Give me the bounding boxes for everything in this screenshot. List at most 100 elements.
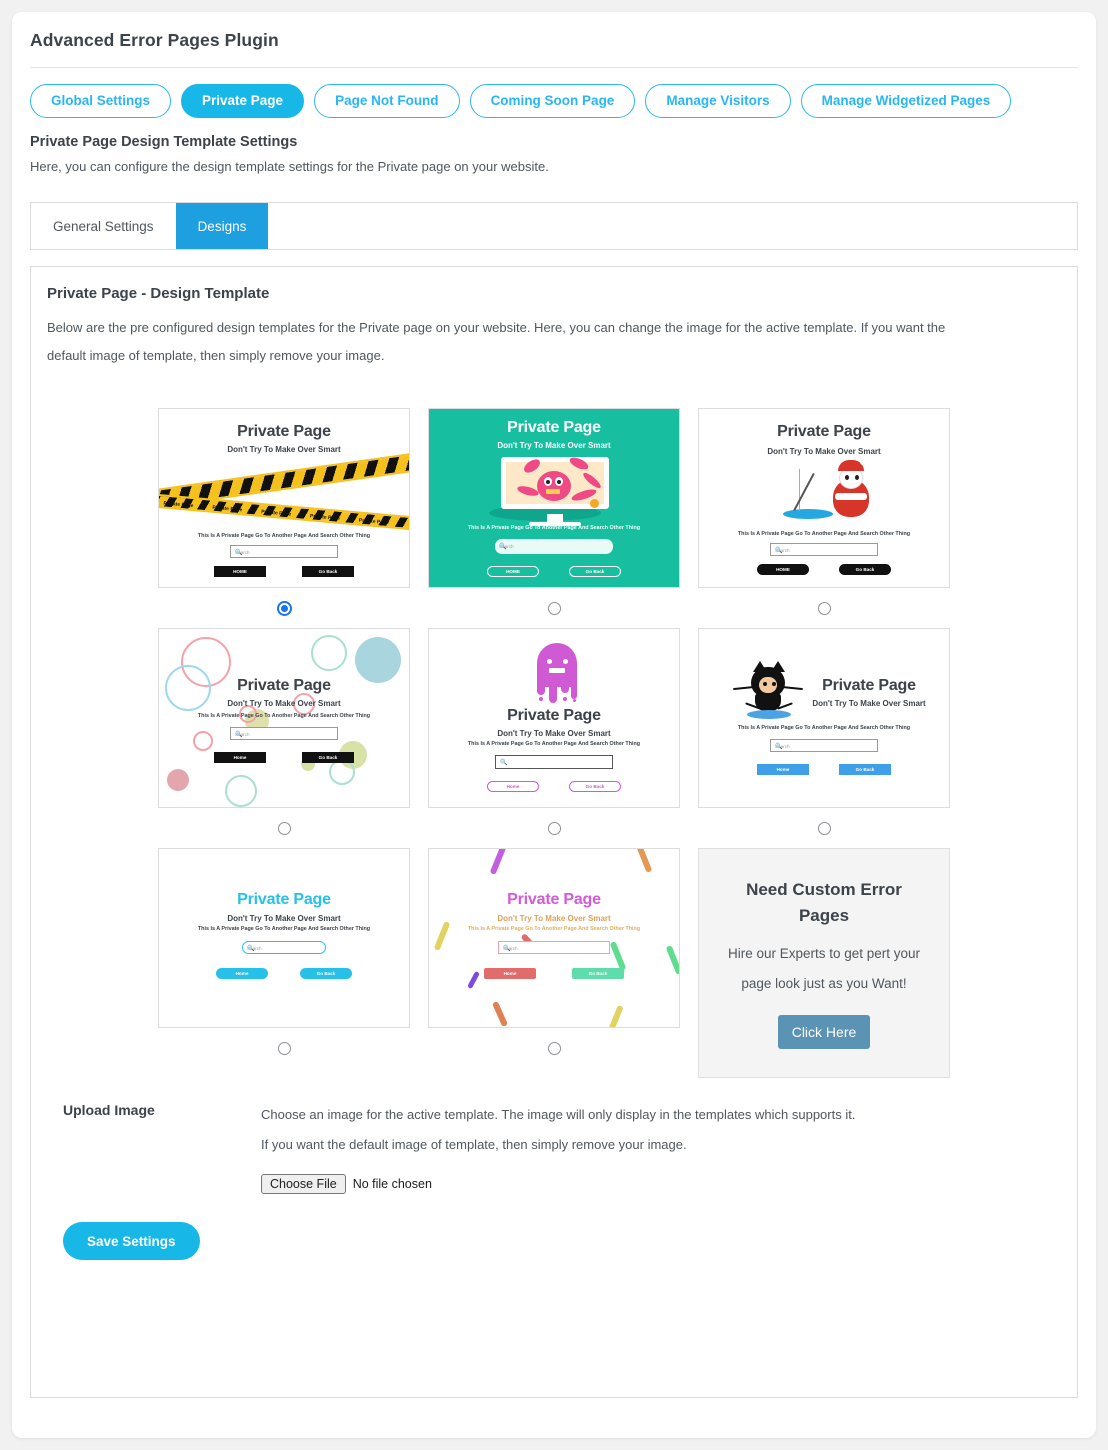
template-thumb-panda-fishing[interactable]: Private Page Don't Try To Make Over Smar… — [698, 408, 950, 588]
go-back-button[interactable]: Go Back — [302, 752, 354, 763]
template-button-row: Home Go Back — [429, 961, 679, 979]
search-input[interactable]: Search 🔍 — [230, 727, 338, 740]
home-button[interactable]: Home — [214, 752, 266, 763]
template-heading: Private Page — [237, 677, 331, 694]
decor-circle — [225, 775, 257, 807]
search-input[interactable]: Search 🔍 — [495, 539, 613, 554]
go-back-button[interactable]: Go Back — [839, 764, 891, 775]
template-radio-row — [698, 808, 950, 848]
tab-coming-soon-page[interactable]: Coming Soon Page — [469, 84, 636, 118]
tab-manage-widgetized-pages[interactable]: Manage Widgetized Pages — [800, 84, 1012, 118]
go-back-button[interactable]: Go Back — [569, 566, 621, 577]
page-title: Advanced Error Pages Plugin — [30, 30, 279, 50]
panel-title: Private Page - Design Template — [47, 285, 270, 302]
monster-body-icon — [537, 471, 571, 501]
template-body-text: This Is A Private Page Go To Another Pag… — [197, 926, 371, 932]
ghost-dot — [573, 699, 576, 702]
template-heading: Private Page — [237, 423, 331, 440]
subtab-general-settings[interactable]: General Settings — [31, 203, 176, 249]
template-search-row: 🔍 — [429, 755, 679, 769]
subtab-designs[interactable]: Designs — [175, 203, 269, 249]
template-thumb-caution-tape[interactable]: Private Page Don't Try To Make Over Smar… — [158, 408, 410, 588]
template-heading: Private Page — [822, 677, 916, 694]
tab-page-not-found[interactable]: Page Not Found — [314, 84, 460, 118]
template-radio-caution-tape[interactable] — [277, 601, 291, 615]
magnifier-icon: 🔍 — [235, 549, 243, 556]
template-search-row: Search 🔍 — [159, 727, 409, 740]
ghost-drip — [571, 681, 577, 699]
go-back-button[interactable]: Go Back — [302, 566, 354, 577]
home-button[interactable]: Home — [757, 764, 809, 775]
ghost-dot — [551, 699, 554, 702]
click-here-button[interactable]: Click Here — [777, 1015, 871, 1049]
ghost-drip — [537, 681, 545, 695]
go-back-button[interactable]: Go Back — [569, 781, 621, 792]
ghost-drip — [561, 681, 569, 693]
template-radio-cyan-minimal[interactable] — [277, 1041, 291, 1055]
upload-image-row: Upload Image Choose an image for the act… — [47, 1078, 1061, 1194]
template-thumb-confetti[interactable]: Private Page Don't Try To Make Over Smar… — [428, 848, 680, 1028]
home-button[interactable]: HOME — [757, 564, 809, 575]
template-radio-panda-fishing[interactable] — [817, 601, 831, 615]
template-radio-github-octocat[interactable] — [817, 821, 831, 835]
template-search-row: Search 🔍 — [699, 543, 949, 556]
home-button[interactable]: HOME — [214, 566, 266, 577]
plugin-page-card: Advanced Error Pages Plugin Global Setti… — [12, 12, 1096, 1438]
template-thumb-melting-ghost[interactable]: Private Page Don't Try To Make Over Smar… — [428, 628, 680, 808]
panel-description-line1: Below are the pre configured design temp… — [47, 320, 946, 335]
confetti-stroke — [489, 849, 507, 876]
home-button[interactable]: Home — [216, 968, 268, 979]
home-button[interactable]: HOME — [487, 566, 539, 577]
template-cell-github-octocat: Private Page Don't Try To Make Over Smar… — [698, 628, 950, 848]
template-cell-panda-fishing: Private Page Don't Try To Make Over Smar… — [698, 408, 950, 628]
template-radio-row — [428, 588, 680, 628]
template-radio-confetti[interactable] — [547, 1041, 561, 1055]
tape-label: Private Page — [260, 509, 292, 518]
choose-file-button[interactable]: Choose File — [261, 1174, 346, 1194]
save-settings-button[interactable]: Save Settings — [63, 1222, 200, 1260]
template-subheading: Don't Try To Make Over Smart — [767, 447, 881, 456]
template-subheading: Don't Try To Make Over Smart — [227, 699, 341, 708]
tape-label: Private Page — [358, 517, 390, 527]
home-button[interactable]: Home — [487, 781, 539, 792]
tab-private-page[interactable]: Private Page — [181, 84, 305, 118]
template-grid-row: Private Page Don't Try To Make Over Smar… — [158, 848, 950, 1078]
search-input[interactable]: Search 🔍 — [230, 545, 338, 558]
search-input[interactable]: Search 🔍 — [770, 543, 878, 556]
template-thumb-teal-monster[interactable]: Private Page Don't Try To Make Over Smar… — [428, 408, 680, 588]
go-back-button[interactable]: Go Back — [300, 968, 352, 979]
custom-error-pages-promo: Need Custom Error Pages Hire our Experts… — [698, 848, 950, 1078]
section-title: Private Page Design Template Settings — [30, 134, 298, 150]
orange-dot-icon — [590, 499, 599, 508]
template-cell-melting-ghost: Private Page Don't Try To Make Over Smar… — [428, 628, 680, 848]
search-input[interactable]: Search 🔍 — [242, 941, 326, 954]
tab-manage-visitors[interactable]: Manage Visitors — [645, 84, 791, 118]
tab-global-settings[interactable]: Global Settings — [30, 84, 172, 118]
template-thumb-cyan-minimal[interactable]: Private Page Don't Try To Make Over Smar… — [158, 848, 410, 1028]
ghost-eye — [563, 659, 568, 664]
santa-hat-pompom — [860, 459, 866, 465]
template-thumb-pastel-circles[interactable]: Private Page Don't Try To Make Over Smar… — [158, 628, 410, 808]
template-radio-row — [698, 588, 950, 628]
template-heading: Private Page — [507, 707, 601, 724]
template-search-row: Search 🔍 — [429, 539, 679, 554]
go-back-button[interactable]: Go Back — [572, 968, 624, 979]
template-radio-melting-ghost[interactable] — [547, 821, 561, 835]
template-radio-teal-monster[interactable] — [547, 601, 561, 615]
template-heading: Private Page — [237, 891, 331, 908]
home-button[interactable]: Home — [484, 968, 536, 979]
search-input[interactable]: Search 🔍 — [770, 739, 878, 752]
tape-label-strip: Private Page Private Page Private Page P… — [159, 496, 409, 532]
template-body-text: This Is A Private Page Go To Another Pag… — [737, 725, 911, 731]
template-radio-pastel-circles[interactable] — [277, 821, 291, 835]
template-button-row: Home Go Back — [159, 961, 409, 979]
panel-description-line2: default image of template, then simply r… — [47, 348, 385, 363]
template-body-text: This Is A Private Page Go To Another Pag… — [467, 741, 641, 747]
search-input[interactable]: Search 🔍 — [498, 941, 610, 954]
monster-pupil — [546, 480, 550, 484]
file-input[interactable]: Choose File No file chosen — [261, 1174, 1045, 1194]
template-thumb-github-octocat[interactable]: Private Page Don't Try To Make Over Smar… — [698, 628, 950, 808]
template-heading: Private Page — [777, 423, 871, 440]
search-input[interactable]: 🔍 — [495, 755, 613, 769]
go-back-button[interactable]: Go Back — [839, 564, 891, 575]
